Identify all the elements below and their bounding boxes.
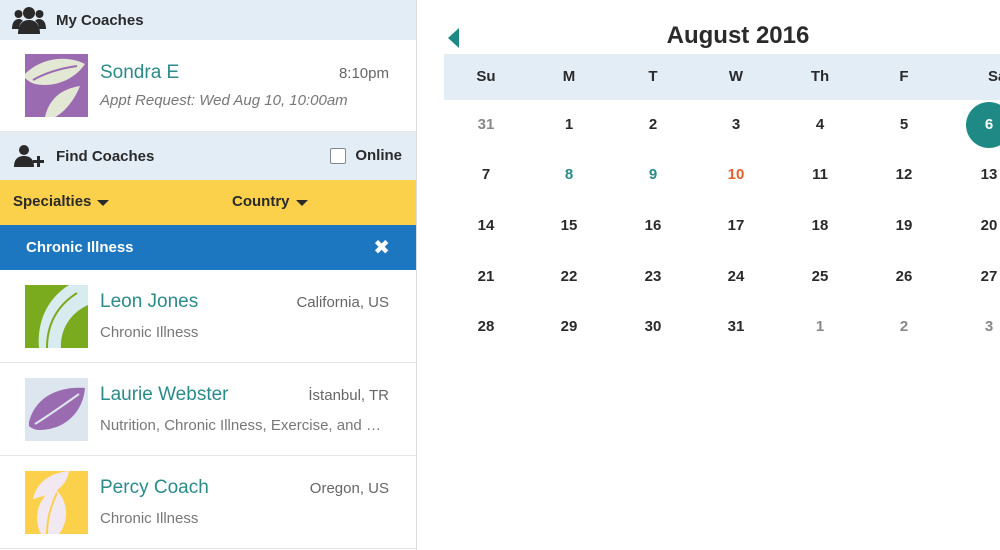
coach-name[interactable]: Laurie Webster: [100, 384, 229, 406]
calendar-day-selected[interactable]: 6: [966, 102, 1000, 148]
active-filter-label: Chronic Illness: [26, 239, 134, 256]
coach-panel: My Coaches Sondra E 8:10pm Appt Request:…: [0, 0, 417, 550]
coach-location: Oregon, US: [309, 480, 389, 497]
online-label: Online: [355, 147, 402, 164]
online-filter[interactable]: Online: [330, 147, 402, 164]
calendar-day[interactable]: 31: [711, 302, 761, 352]
weekday-label: Sa: [988, 68, 1000, 85]
weekday-label: Su: [476, 68, 496, 85]
avatar: [25, 470, 88, 534]
calendar-day[interactable]: 19: [879, 201, 929, 251]
add-user-icon: [14, 144, 46, 168]
calendar-day[interactable]: 28: [461, 302, 511, 352]
online-checkbox[interactable]: [330, 147, 347, 164]
coach-location: İstanbul, TR: [308, 387, 389, 404]
weekday-label: M: [562, 68, 576, 85]
calendar-day[interactable]: 12: [879, 150, 929, 200]
close-icon[interactable]: ✖: [373, 238, 390, 258]
weekday-header: Su M T W Th F Sa: [444, 54, 1000, 100]
calendar-day[interactable]: 21: [461, 252, 511, 302]
filter-bar: Specialties Country: [0, 180, 416, 225]
my-coaches-header: My Coaches: [0, 0, 416, 40]
weekday-label: T: [648, 68, 658, 85]
coach-name[interactable]: Sondra E: [100, 62, 179, 84]
calendar-day[interactable]: 29: [544, 302, 594, 352]
calendar-day[interactable]: 31: [461, 100, 511, 150]
weekday-label: Th: [810, 68, 830, 85]
coach-specialties: Chronic Illness: [100, 324, 199, 341]
calendar-day[interactable]: 9: [628, 150, 678, 200]
calendar-day[interactable]: 5: [879, 100, 929, 150]
caret-down-icon: [295, 199, 308, 206]
coach-specialties: Chronic Illness: [100, 510, 199, 527]
calendar-day[interactable]: 25: [795, 252, 845, 302]
calendar-day[interactable]: 2: [628, 100, 678, 150]
avatar: [25, 284, 88, 348]
calendar-day[interactable]: 26: [879, 252, 929, 302]
calendar-day[interactable]: 23: [628, 252, 678, 302]
weekday-label: W: [728, 68, 744, 85]
calendar-day[interactable]: 15: [544, 201, 594, 251]
calendar-day[interactable]: 3: [711, 100, 761, 150]
coach-location: California, US: [296, 294, 389, 311]
calendar-day[interactable]: 11: [795, 150, 845, 200]
my-coaches-title: My Coaches: [56, 11, 144, 29]
calendar-day[interactable]: 17: [711, 201, 761, 251]
coach-name[interactable]: Percy Coach: [100, 477, 209, 499]
calendar-day[interactable]: 1: [544, 100, 594, 150]
country-label: Country: [232, 193, 290, 210]
calendar-day[interactable]: 4: [795, 100, 845, 150]
calendar-day[interactable]: 3: [964, 302, 1000, 352]
calendar-day[interactable]: 8: [544, 150, 594, 200]
find-coaches-title: Find Coaches: [56, 147, 155, 165]
specialties-dropdown[interactable]: Specialties: [13, 193, 110, 210]
avatar: [25, 377, 88, 441]
calendar-day[interactable]: 24: [711, 252, 761, 302]
coach-list: Leon Jones California, US Chronic Illnes…: [0, 270, 416, 549]
calendar-day[interactable]: 27: [964, 252, 1000, 302]
calendar-day[interactable]: 7: [461, 150, 511, 200]
list-item[interactable]: Leon Jones California, US Chronic Illnes…: [0, 270, 416, 363]
calendar-day[interactable]: 30: [628, 302, 678, 352]
appointment-item[interactable]: Sondra E 8:10pm Appt Request: Wed Aug 10…: [0, 40, 416, 132]
list-item[interactable]: Percy Coach Oregon, US Chronic Illness: [0, 456, 416, 549]
calendar-day[interactable]: 20: [964, 201, 1000, 251]
coach-specialties: Nutrition, Chronic Illness, Exercise, an…: [100, 417, 389, 434]
calendar-day[interactable]: 14: [461, 201, 511, 251]
caret-down-icon: [97, 199, 110, 206]
avatar: [25, 54, 88, 117]
calendar-day[interactable]: 1: [795, 302, 845, 352]
coach-name[interactable]: Leon Jones: [100, 291, 198, 313]
country-dropdown[interactable]: Country: [232, 193, 308, 210]
calendar-day[interactable]: 10: [711, 150, 761, 200]
list-item[interactable]: Laurie Webster İstanbul, TR Nutrition, C…: [0, 363, 416, 456]
month-title: August 2016: [666, 22, 810, 49]
users-icon: [12, 5, 46, 35]
appointment-request: Appt Request: Wed Aug 10, 10:00am: [100, 92, 348, 109]
specialties-label: Specialties: [13, 193, 92, 210]
find-coaches-header: Find Coaches Online: [0, 132, 416, 180]
calendar-day[interactable]: 16: [628, 201, 678, 251]
weekday-label: F: [899, 68, 909, 85]
calendar: August 2016 Su M T W Th F Sa 31123456789…: [418, 0, 1000, 550]
active-filter-tag: Chronic Illness ✖: [0, 225, 416, 270]
calendar-day[interactable]: 22: [544, 252, 594, 302]
calendar-day[interactable]: 2: [879, 302, 929, 352]
appointment-time: 8:10pm: [338, 65, 389, 82]
calendar-day[interactable]: 13: [964, 150, 1000, 200]
calendar-day[interactable]: 18: [795, 201, 845, 251]
app-window: My Coaches Sondra E 8:10pm Appt Request:…: [0, 0, 1000, 550]
